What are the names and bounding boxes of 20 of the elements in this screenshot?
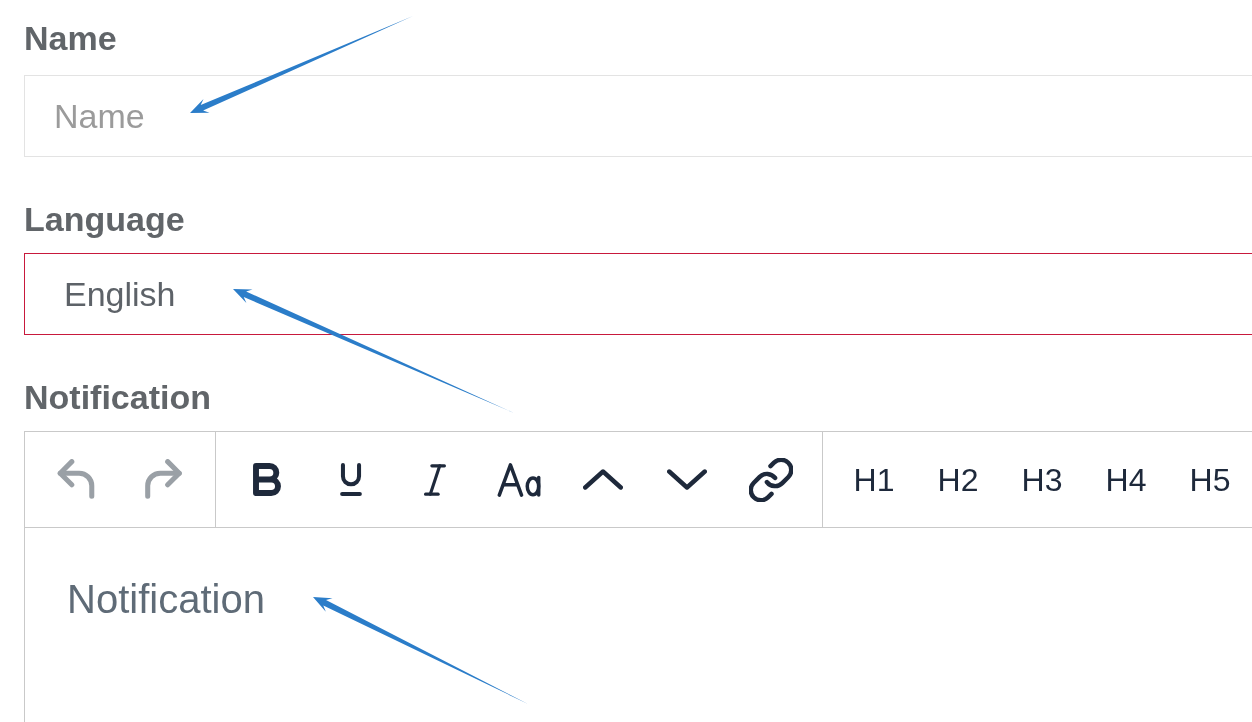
field-label: Name (24, 18, 117, 58)
chevron-up-icon (583, 469, 623, 490)
heading-button[interactable]: H3 (1018, 455, 1066, 504)
field-label: Notification (24, 377, 211, 417)
text-input[interactable]: Name (24, 75, 1252, 157)
underline-icon (340, 463, 362, 496)
heading-button[interactable]: H4 (1102, 455, 1150, 504)
heading-button[interactable]: H5 (1186, 455, 1234, 504)
dropdown-field[interactable]: English (24, 253, 1252, 335)
heading-button[interactable]: H2 (934, 455, 982, 504)
italic-icon (424, 463, 446, 496)
link-button[interactable] (747, 455, 795, 504)
font-size-icon (497, 462, 541, 497)
chevron-down-icon (667, 469, 707, 490)
link-icon (749, 457, 793, 502)
heading-button[interactable]: H1 (850, 455, 898, 504)
field-label: Language (24, 199, 185, 239)
redo-icon (145, 459, 183, 500)
bold-icon (253, 463, 281, 496)
undo-icon (57, 459, 95, 500)
